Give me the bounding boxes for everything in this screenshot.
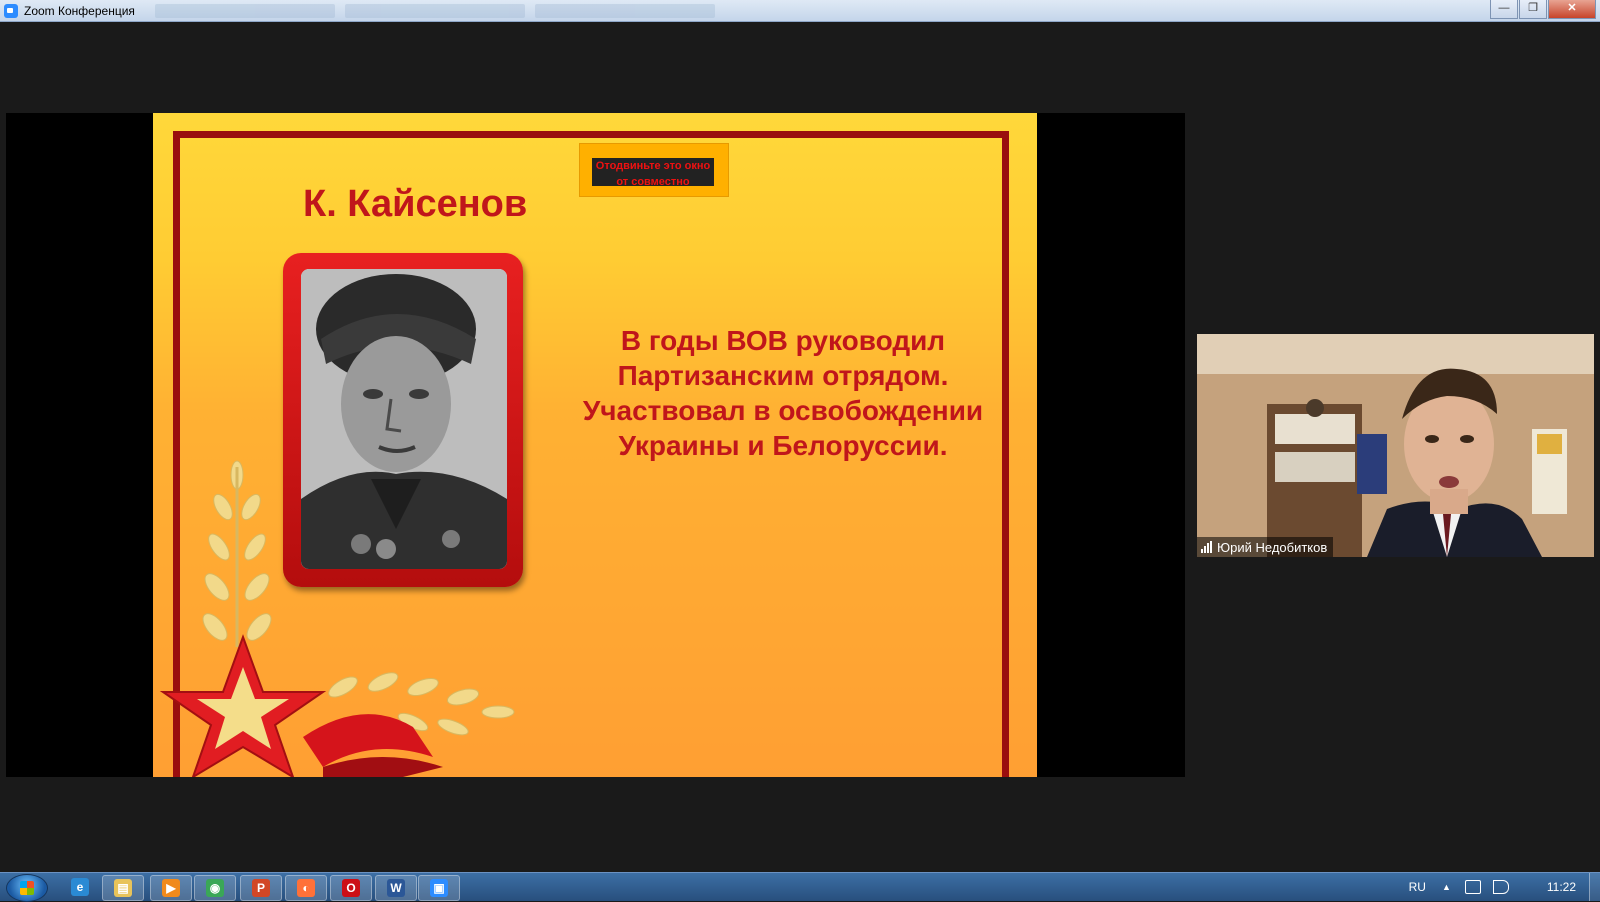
word-icon: W [387, 879, 405, 897]
internet-explorer-icon: e [71, 878, 89, 896]
language-indicator[interactable]: RU [1409, 880, 1426, 894]
close-button[interactable]: ✕ [1548, 0, 1596, 19]
taskbar-word-button[interactable]: W [375, 875, 417, 901]
windows-taskbar: e ▤ ▶ ◉ P ◐ O W ▣ RU ▲ 11:22 [0, 872, 1600, 902]
window-titlebar: Zoom Конференция — ❐ ✕ [0, 0, 1600, 22]
window-controls: — ❐ ✕ [1489, 0, 1596, 19]
background-tab [344, 3, 525, 18]
system-tray: RU ▲ 11:22 [1409, 873, 1590, 901]
taskbar-opera-button[interactable]: O [330, 875, 372, 901]
chrome-icon: ◉ [206, 879, 224, 897]
media-player-icon: ▶ [162, 879, 180, 897]
zoom-icon: ▣ [430, 879, 448, 897]
minimize-button[interactable]: — [1490, 0, 1518, 19]
system-clock[interactable]: 11:22 [1547, 880, 1576, 894]
powerpoint-icon: P [252, 879, 270, 897]
file-explorer-icon: ▤ [114, 879, 132, 897]
shared-screen-area: Отодвиньте это окно от совместно К. Кайс… [6, 113, 1185, 777]
background-tab [534, 3, 715, 18]
participant-video [1197, 334, 1594, 557]
slide-body-text: В годы ВОВ руководил Партизанским отрядо… [582, 325, 984, 461]
participant-name-label: Юрий Недобитков [1197, 537, 1334, 557]
background-tab [154, 3, 335, 18]
volume-icon[interactable] [1492, 880, 1509, 894]
network-icon[interactable] [1464, 880, 1481, 894]
taskbar-powerpoint-button[interactable]: P [240, 875, 282, 901]
share-warning-text: Отодвиньте это окно от совместно [592, 158, 714, 186]
zoom-app-icon [4, 3, 18, 18]
opera-icon: O [342, 879, 360, 897]
share-warning-banner[interactable]: Отодвиньте это окно от совместно [579, 143, 729, 197]
taskbar-chrome-button[interactable]: ◉ [194, 875, 236, 901]
taskbar-media-player-button[interactable]: ▶ [150, 875, 192, 901]
start-button[interactable] [6, 874, 48, 902]
connection-signal-icon [1201, 541, 1212, 553]
tray-overflow-arrow-icon[interactable]: ▲ [1442, 882, 1451, 892]
taskbar-internet-explorer-button[interactable]: e [60, 875, 100, 899]
taskbar-firefox-button[interactable]: ◐ [285, 875, 327, 901]
taskbar-zoom-button[interactable]: ▣ [418, 875, 460, 901]
window-title: Zoom Конференция [24, 3, 135, 18]
firefox-icon: ◐ [297, 879, 315, 897]
star-laurel-decoration [159, 460, 515, 777]
background-window-tabs [154, 3, 715, 18]
participant-video-tile[interactable]: Юрий Недобитков [1197, 334, 1594, 557]
slide-title: К. Кайсенов [303, 183, 528, 225]
taskbar-file-explorer-button[interactable]: ▤ [102, 875, 144, 901]
show-desktop-button[interactable] [1589, 873, 1600, 901]
participant-name: Юрий Недобитков [1217, 539, 1328, 555]
maximize-button[interactable]: ❐ [1519, 0, 1547, 19]
presentation-slide: Отодвиньте это окно от совместно К. Кайс… [153, 113, 1037, 777]
